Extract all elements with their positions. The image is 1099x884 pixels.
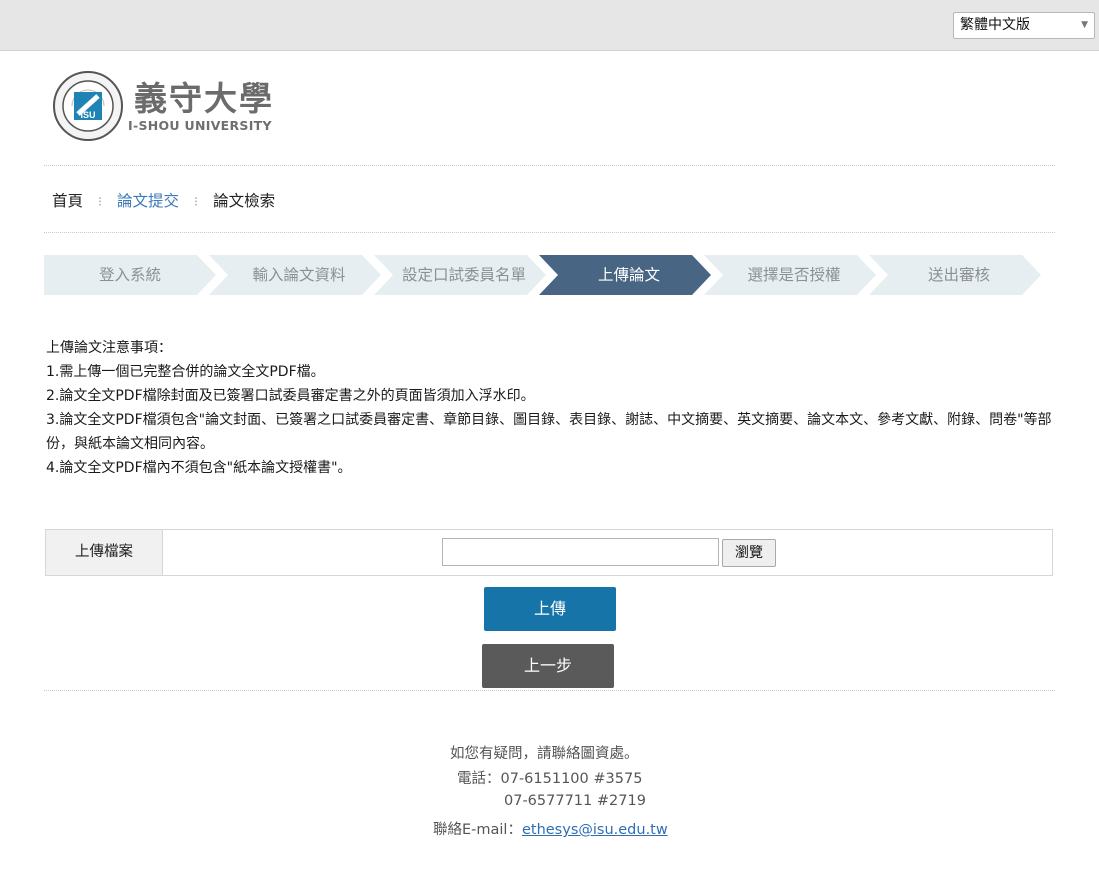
divider xyxy=(44,690,1055,691)
previous-step-button[interactable]: 上一步 xyxy=(482,644,614,688)
notes-item: 1.需上傳一個已完整合併的論文全文PDF檔。 xyxy=(46,364,325,380)
logo-title: 義守大學 xyxy=(134,79,274,118)
chevron-down-icon: ▼ xyxy=(1081,20,1088,30)
step-set-committee: 設定口試委員名單 xyxy=(374,255,546,295)
step-upload-thesis: 上傳論文 xyxy=(539,255,711,295)
upload-notes: 上傳論文注意事項： 1.需上傳一個已完整合併的論文全文PDF檔。 2.論文全文P… xyxy=(46,336,1056,480)
progress-steps: 登入系統 輸入論文資料 設定口試委員名單 上傳論文 選擇是否授權 送出審核 xyxy=(44,255,1044,295)
notes-item: 4.論文全文PDF檔內不須包含"紙本論文授權書"。 xyxy=(46,460,352,476)
language-select-value: 繁體中文版 xyxy=(960,17,1030,33)
breadcrumb-separator: ⁝ xyxy=(97,195,103,210)
breadcrumb-home[interactable]: 首頁 xyxy=(52,189,83,211)
footer-question: 如您有疑問，請聯絡圖資處。 xyxy=(450,746,639,762)
step-choose-authorization: 選擇是否授權 xyxy=(704,255,876,295)
step-enter-thesis-data: 輸入論文資料 xyxy=(209,255,381,295)
breadcrumb-separator: ⁝ xyxy=(193,195,199,210)
notes-item: 2.論文全文PDF檔除封面及已簽署口試委員審定書之外的頁面皆須加入浮水印。 xyxy=(46,388,535,404)
browse-button[interactable]: 瀏覽 xyxy=(722,539,776,567)
footer-email-row: 聯絡E-mail：ethesys@isu.edu.tw xyxy=(433,818,668,839)
logo-subtitle: I-SHOU UNIVERSITY xyxy=(128,118,272,133)
divider xyxy=(44,232,1055,233)
top-bar: 繁體中文版 ▼ xyxy=(0,0,1099,51)
upload-file-label: 上傳檔案 xyxy=(46,530,163,575)
upload-file-row: 上傳檔案 瀏覽 xyxy=(45,529,1053,576)
divider xyxy=(44,165,1055,166)
breadcrumb-thesis-search[interactable]: 論文檢索 xyxy=(213,189,275,211)
footer-email-label: 聯絡E-mail： xyxy=(433,822,522,838)
notes-item: 3.論文全文PDF檔須包含"論文封面、已簽署之口試委員審定書、章節目錄、圖目錄、… xyxy=(46,412,1052,452)
step-submit-review: 送出審核 xyxy=(869,255,1041,295)
breadcrumb: 首頁 ⁝ 論文提交 ⁝ 論文檢索 xyxy=(52,189,275,211)
breadcrumb-thesis-submit[interactable]: 論文提交 xyxy=(117,189,179,211)
svg-text:ISU: ISU xyxy=(80,110,95,120)
file-path-input[interactable] xyxy=(442,538,719,566)
seal-icon: ISU xyxy=(53,71,123,141)
footer-phone-2: 07-6577711 #2719 xyxy=(504,793,646,809)
upload-button[interactable]: 上傳 xyxy=(484,587,616,631)
language-select[interactable]: 繁體中文版 ▼ xyxy=(953,12,1095,39)
university-logo[interactable]: ISU 義守大學 I-SHOU UNIVERSITY xyxy=(52,70,302,142)
footer-phone: 電話：07-6151100 #3575 xyxy=(457,771,643,787)
footer-email-link[interactable]: ethesys@isu.edu.tw xyxy=(522,822,668,838)
notes-heading: 上傳論文注意事項： xyxy=(46,340,172,356)
step-login: 登入系統 xyxy=(44,255,216,295)
